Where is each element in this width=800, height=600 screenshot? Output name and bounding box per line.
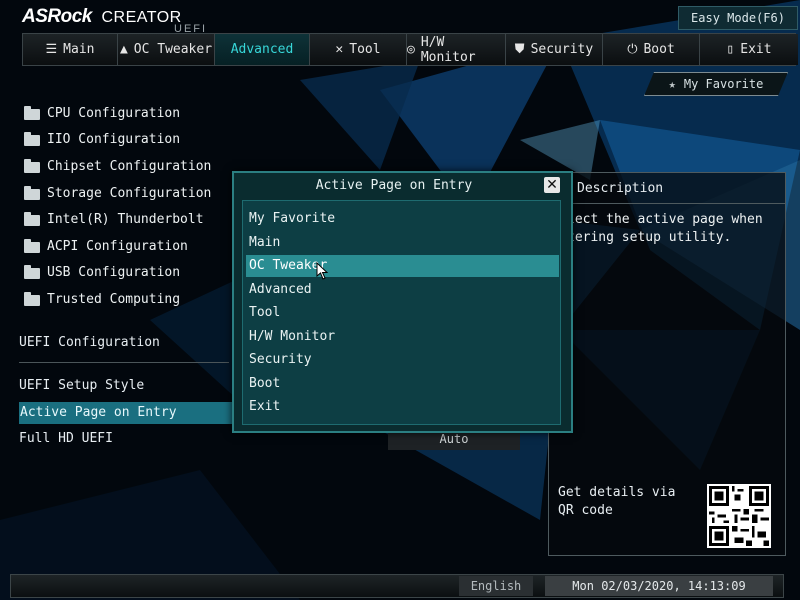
shield-icon: ⛊ xyxy=(514,42,525,57)
brand-series: CREATOR xyxy=(101,9,182,26)
option-my-favorite[interactable]: My Favorite xyxy=(246,208,559,230)
menu-item-chipset-configuration[interactable]: Chipset Configuration xyxy=(24,153,211,180)
tab-advanced[interactable]: Advanced xyxy=(215,34,310,65)
folder-icon xyxy=(24,105,40,120)
power-icon: ⏻ xyxy=(627,42,638,57)
menu-item-label: CPU Configuration xyxy=(47,105,181,121)
setting-full-hd-uefi[interactable]: Full HD UEFI xyxy=(19,428,113,450)
dialog-options-list: My Favorite Main OC Tweaker Advanced Too… xyxy=(242,200,561,425)
qr-code xyxy=(707,484,771,548)
option-tool[interactable]: Tool xyxy=(246,302,559,324)
star-icon: ★ xyxy=(668,77,676,91)
tab-label: Main xyxy=(63,42,95,57)
folder-icon xyxy=(24,132,40,147)
option-main[interactable]: Main xyxy=(246,232,559,254)
setting-active-page-on-entry[interactable]: Active Page on Entry xyxy=(19,402,233,424)
menu-item-label: Intel(R) Thunderbolt xyxy=(47,212,204,228)
advanced-menu-list: CPU Configuration IIO Configuration Chip… xyxy=(24,100,211,313)
brand-name: ASRock xyxy=(22,6,92,27)
close-icon[interactable]: ✕ xyxy=(544,177,560,193)
active-page-dialog: Active Page on Entry ✕ My Favorite Main … xyxy=(232,171,573,433)
menu-item-trusted-computing[interactable]: Trusted Computing xyxy=(24,286,211,313)
menu-item-label: Storage Configuration xyxy=(47,185,212,201)
menu-item-label: Chipset Configuration xyxy=(47,158,212,174)
tab-label: Tool xyxy=(349,42,381,57)
gauge-icon: ◎ xyxy=(407,42,415,57)
menu-item-storage-configuration[interactable]: Storage Configuration xyxy=(24,180,211,207)
folder-icon xyxy=(24,291,40,306)
option-oc-tweaker[interactable]: OC Tweaker xyxy=(246,255,559,277)
menu-item-iio-configuration[interactable]: IIO Configuration xyxy=(24,127,211,154)
menu-item-label: IIO Configuration xyxy=(47,132,181,148)
menu-item-label: Trusted Computing xyxy=(47,291,181,307)
folder-icon xyxy=(24,212,40,227)
uefi-configuration-heading: UEFI Configuration xyxy=(19,335,160,350)
description-text: lect the active page when tering setup u… xyxy=(567,212,763,245)
tab-label: Security xyxy=(530,42,594,57)
tab-label: Exit xyxy=(740,42,772,57)
section-divider xyxy=(19,362,229,363)
easy-mode-button[interactable]: Easy Mode(F6) xyxy=(678,6,798,30)
setting-uefi-setup-style[interactable]: UEFI Setup Style xyxy=(19,375,144,397)
folder-icon xyxy=(24,265,40,280)
menu-item-cpu-configuration[interactable]: CPU Configuration xyxy=(24,100,211,127)
dialog-title: Active Page on Entry xyxy=(315,178,473,193)
option-hw-monitor[interactable]: H/W Monitor xyxy=(246,326,559,348)
menu-item-intel-thunderbolt[interactable]: Intel(R) Thunderbolt xyxy=(24,206,211,233)
tab-oc-tweaker[interactable]: ▲ OC Tweaker xyxy=(118,34,215,65)
top-navigation: ☰ Main ▲ OC Tweaker Advanced ✕ Tool ◎ H/… xyxy=(22,33,798,66)
description-title: Description xyxy=(577,181,664,196)
wrench-icon: ✕ xyxy=(335,42,344,57)
tab-hw-monitor[interactable]: ◎ H/W Monitor xyxy=(407,34,506,65)
description-panel: Description lect the active page when te… xyxy=(548,172,786,556)
option-boot[interactable]: Boot xyxy=(246,373,559,395)
folder-icon xyxy=(24,185,40,200)
date-time-display: Mon 02/03/2020, 14:13:09 xyxy=(545,576,773,596)
description-header: Description xyxy=(549,173,785,204)
rocket-icon: ▲ xyxy=(119,42,128,57)
menu-item-label: ACPI Configuration xyxy=(47,238,188,254)
tab-label: H/W Monitor xyxy=(420,34,476,65)
option-advanced[interactable]: Advanced xyxy=(246,279,559,301)
option-exit[interactable]: Exit xyxy=(246,396,559,418)
tab-label: Advanced xyxy=(230,42,294,57)
mouse-pointer-icon xyxy=(316,262,329,280)
language-button[interactable]: English xyxy=(459,576,533,596)
menu-item-usb-configuration[interactable]: USB Configuration xyxy=(24,260,211,287)
folder-icon xyxy=(24,158,40,173)
tab-label: OC Tweaker xyxy=(133,42,213,57)
tab-main[interactable]: ☰ Main xyxy=(23,34,118,65)
list-icon: ☰ xyxy=(45,42,58,57)
favorite-label: My Favorite xyxy=(683,77,764,91)
tab-exit[interactable]: ▯ Exit xyxy=(700,34,798,65)
folder-icon xyxy=(24,238,40,253)
menu-item-label: USB Configuration xyxy=(47,265,181,281)
menu-item-acpi-configuration[interactable]: ACPI Configuration xyxy=(24,233,211,260)
tab-boot[interactable]: ⏻ Boot xyxy=(603,34,700,65)
tab-tool[interactable]: ✕ Tool xyxy=(310,34,407,65)
option-security[interactable]: Security xyxy=(246,349,559,371)
exit-door-icon: ▯ xyxy=(726,42,735,57)
my-favorite-button[interactable]: ★ My Favorite xyxy=(644,72,788,96)
asrock-logo: ASRock CREATOR UEFI xyxy=(22,6,205,35)
tab-label: Boot xyxy=(643,42,675,57)
qr-caption: Get details via QR code xyxy=(558,485,676,518)
tab-security[interactable]: ⛊ Security xyxy=(506,34,603,65)
